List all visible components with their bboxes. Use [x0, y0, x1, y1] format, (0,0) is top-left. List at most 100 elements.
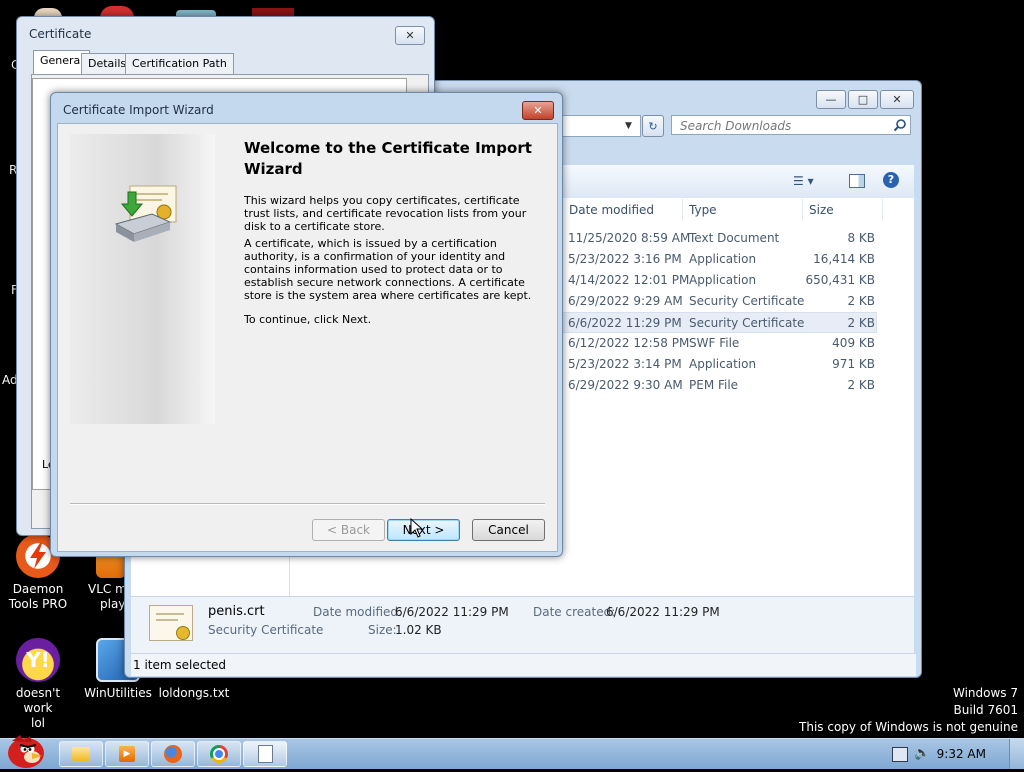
file-type: PEM File	[689, 378, 739, 392]
details-filetype: Security Certificate	[208, 623, 324, 637]
file-row[interactable]: 11/25/2020 8:59 AM Text Document 8 KB	[561, 228, 877, 249]
taskbar-chrome-button[interactable]	[197, 741, 241, 767]
maximize-button[interactable]: □	[848, 90, 878, 109]
file-size: 16,414 KB	[813, 252, 875, 266]
refresh-button[interactable]: ↻	[642, 115, 664, 137]
file-type: Security Certificate	[689, 294, 805, 308]
details-modified-value: 6/6/2022 11:29 PM	[395, 605, 509, 619]
desktop-icon-label: Tools PRO	[8, 597, 68, 611]
window-title: Certificate	[29, 27, 92, 41]
file-date: 6/12/2022 12:58 PM	[568, 336, 690, 350]
taskbar-explorer-button[interactable]	[59, 741, 103, 767]
window-title: Certificate Import Wizard	[63, 103, 214, 117]
file-size: 650,431 KB	[805, 273, 875, 287]
wizard-banner	[70, 134, 215, 424]
file-date: 6/6/2022 11:29 PM	[568, 316, 682, 330]
document-icon	[257, 745, 273, 763]
file-size: 409 KB	[832, 336, 875, 350]
close-button[interactable]: ✕	[522, 101, 554, 120]
file-type: Text Document	[689, 231, 780, 245]
yahoo-messenger-icon: Y!	[16, 638, 60, 682]
file-date: 5/23/2022 3:16 PM	[568, 252, 682, 266]
status-text: 1 item selected	[133, 658, 227, 672]
windows-watermark: Windows 7 Build 7601 This copy of Window…	[799, 685, 1018, 736]
details-pane: penis.crt Security Certificate Date modi…	[131, 596, 914, 654]
file-size: 2 KB	[847, 378, 875, 392]
file-row[interactable]: 6/29/2022 9:29 AM Security Certificate 2 K…	[561, 291, 877, 312]
details-size-value: 1.02 KB	[395, 623, 442, 637]
details-modified-label: Date modified:	[313, 605, 403, 619]
close-button[interactable]: ✕	[395, 26, 425, 45]
folder-icon	[72, 747, 90, 761]
wizard-separator	[70, 503, 545, 505]
taskbar-firefox-button[interactable]	[151, 741, 195, 767]
file-size: 2 KB	[847, 294, 875, 308]
back-button[interactable]: < Back	[312, 519, 385, 541]
file-date: 6/29/2022 9:29 AM	[568, 294, 683, 308]
address-dropdown-icon[interactable]: ▼	[625, 121, 632, 131]
file-size: 8 KB	[847, 231, 875, 245]
taskbar-certificate-button[interactable]	[243, 741, 287, 767]
details-created-label: Date created:	[533, 605, 616, 619]
desktop-icon-yahoo[interactable]: Y! doesn't work lol	[0, 638, 76, 731]
file-row[interactable]: 5/23/2022 3:14 PM Application 971 KB	[561, 354, 877, 375]
details-created-value: 6/6/2022 11:29 PM	[606, 605, 720, 619]
column-header-date-modified[interactable]: Date modified	[563, 199, 683, 221]
help-icon[interactable]: ?	[883, 172, 899, 188]
taskbar: ▶ 🔈 9:32 AM	[0, 735, 1024, 769]
file-type: Security Certificate	[689, 316, 805, 330]
taskbar-media-player-button[interactable]: ▶	[105, 741, 149, 767]
desktop-icon-label: WinUtilities	[84, 686, 152, 700]
file-date: 11/25/2020 8:59 AM	[568, 231, 691, 245]
file-date: 4/14/2022 12:01 PM	[568, 273, 690, 287]
certificate-file-icon	[149, 605, 193, 641]
wizard-paragraph: To continue, click Next.	[244, 313, 372, 326]
column-header-type[interactable]: Type	[683, 199, 803, 221]
file-size: 971 KB	[832, 357, 875, 371]
mouse-cursor-icon	[410, 517, 424, 541]
watermark-line: Build 7601	[953, 703, 1018, 717]
view-options-icon[interactable]: ☰ ▾	[793, 174, 814, 188]
minimize-button[interactable]: —	[816, 90, 846, 109]
column-header-size[interactable]: Size	[803, 199, 883, 221]
search-icon[interactable]	[893, 118, 907, 135]
media-player-icon: ▶	[119, 746, 135, 762]
start-button[interactable]	[2, 733, 48, 769]
file-row[interactable]: 6/12/2022 12:58 PM SWF File 409 KB	[561, 333, 877, 354]
desktop-icon-label: Daemon	[12, 582, 64, 596]
desktop-icon-label: play	[100, 597, 126, 611]
file-size: 2 KB	[847, 316, 875, 330]
cancel-button[interactable]: Cancel	[472, 519, 545, 541]
search-input[interactable]: Search Downloads	[671, 115, 911, 135]
file-type: SWF File	[689, 336, 740, 350]
desktop-icon-label: doesn't work	[15, 686, 61, 715]
taskbar-clock[interactable]: 9:32 AM	[937, 739, 986, 769]
file-row[interactable]: 4/14/2022 12:01 PM Application 650,431 KB	[561, 270, 877, 291]
file-type: Application	[689, 252, 757, 266]
status-bar: 1 item selected	[131, 653, 916, 676]
volume-icon[interactable]: 🔈	[914, 746, 930, 761]
wizard-paragraph: A certificate, which is issued by a cert…	[244, 237, 532, 302]
chrome-icon	[210, 745, 228, 763]
preview-pane-icon[interactable]	[849, 174, 865, 188]
show-desktop-button[interactable]	[1009, 739, 1024, 769]
close-button[interactable]: ✕	[880, 90, 914, 109]
wizard-heading: Welcome to the Certificate Import Wizard	[244, 139, 532, 178]
file-type: Application	[689, 273, 757, 287]
desktop-icon-label: loldongs.txt	[158, 686, 230, 700]
file-row-selected[interactable]: 6/6/2022 11:29 PM Security Certificate 2 K…	[561, 312, 877, 333]
network-icon[interactable]	[892, 747, 908, 762]
file-date: 6/29/2022 9:30 AM	[568, 378, 683, 392]
wizard-paragraph: This wizard helps you copy certificates,…	[244, 194, 527, 233]
watermark-line: This copy of Windows is not genuine	[799, 720, 1018, 734]
desktop-icon-label: lol	[30, 716, 45, 730]
details-filename: penis.crt	[208, 604, 265, 619]
certificate-import-wizard: Certificate Import Wizard ✕ Welcome to t…	[50, 92, 563, 557]
watermark-line: Windows 7	[952, 686, 1018, 700]
firefox-icon	[164, 745, 182, 763]
file-row[interactable]: 6/29/2022 9:30 AM PEM File 2 KB	[561, 375, 877, 396]
tab-certification-path[interactable]: Certification Path	[125, 53, 234, 74]
file-row[interactable]: 5/23/2022 3:16 PM Application 16,414 KB	[561, 249, 877, 270]
wizard-body: Welcome to the Certificate Import Wizard…	[57, 123, 558, 552]
desktop-icon-label: VLC m	[88, 582, 127, 596]
